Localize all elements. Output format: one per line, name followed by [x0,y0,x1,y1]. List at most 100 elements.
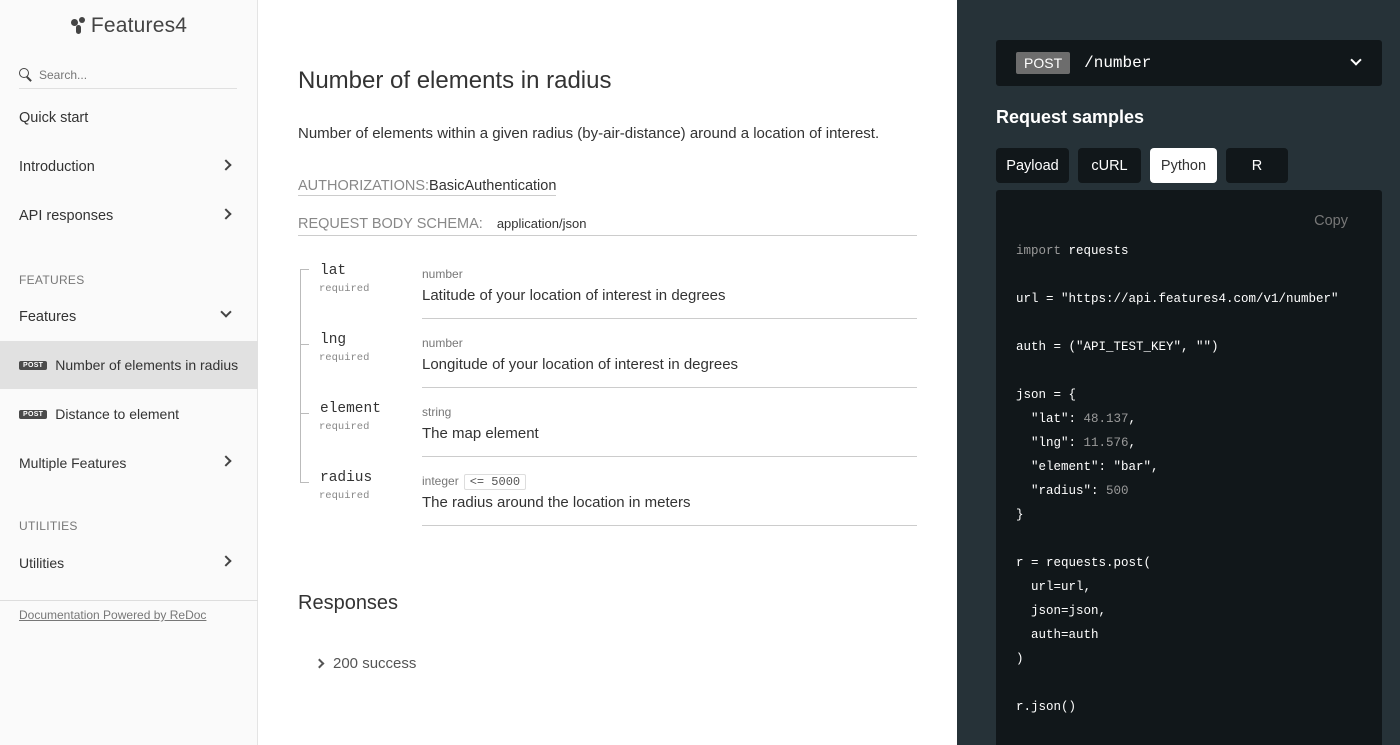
tree-line [300,330,301,399]
sidebar-item-features[interactable]: Features [0,297,258,337]
code-line: url=url, [1016,580,1092,594]
sidebar-item-utilities[interactable]: Utilities [0,543,258,583]
sidebar-item-distance-to-element[interactable]: POST Distance to element [0,394,258,434]
post-badge: POST [19,360,48,370]
schema-mime: application/json [496,216,587,231]
post-badge: POST [19,409,48,419]
search-icon [19,68,33,82]
chevron-down-icon [220,306,232,318]
sidebar-item-label: Multiple Features [19,455,127,471]
param-name[interactable]: element [320,401,381,417]
sidebar-item-introduction[interactable]: Introduction [0,147,258,187]
param-name[interactable]: lat [320,263,346,279]
chevron-right-icon [220,555,232,567]
request-samples-title: Request samples [996,107,1145,127]
code-line: ) [1016,652,1024,666]
param-type: string [422,405,452,419]
code-line: auth = ("API_TEST_KEY", "") [1016,340,1219,354]
code-number: 11.576 [1083,436,1129,450]
search-input[interactable] [39,68,229,82]
sidebar: Features4 Quick start Introduction API r… [0,0,258,745]
tab-payload[interactable]: Payload [996,148,1069,183]
code-token: "lat": [1016,412,1084,426]
code-token: , [1128,412,1137,426]
param-required: required [319,283,370,295]
sidebar-item-label: Features [19,309,77,325]
param-row: lat required number Latitude of your loc… [298,261,917,330]
sidebar-item-label: Introduction [19,159,95,175]
tree-line [300,468,301,483]
code-token: "lng": [1016,436,1084,450]
redoc-link[interactable]: Documentation Powered by ReDoc [0,600,258,622]
sidebar-item-number-of-elements[interactable]: POST Number of elements in radius [0,341,258,389]
param-required: required [319,421,370,433]
divider [422,387,917,388]
param-row: lng required number Longitude of your lo… [298,330,917,399]
request-body-schema: REQUEST BODY SCHEMA: application/json [298,216,917,236]
code-line: "lng": 11.576, [1016,436,1136,450]
endpoint-path: /number [1084,54,1152,72]
http-method-badge: POST [1016,52,1071,74]
sidebar-item-api-responses[interactable]: API responses [0,196,258,236]
tree-line [300,269,301,330]
main-content: Number of elements in radius Number of e… [258,0,957,745]
code-line: "lat": 48.137, [1016,412,1136,426]
code-sample: Copy import requests url = "https://api.… [996,190,1382,745]
responses-title: Responses [298,592,399,614]
code-token: , [1128,436,1137,450]
search-bar[interactable] [19,62,237,89]
code-line: } [1016,508,1024,522]
param-description: The radius around the location in meters [422,494,691,511]
code-line: r = requests.post( [1016,556,1152,570]
param-description: Latitude of your location of interest in… [422,287,726,304]
code-number: 48.137 [1083,412,1129,426]
param-description: Longitude of your location of interest i… [422,356,739,373]
code-block[interactable]: import requests url = "https://api.featu… [1016,239,1339,719]
code-token: "radius": [1016,484,1107,498]
chevron-right-icon [314,658,325,669]
code-line: r.json() [1016,700,1077,714]
section-label-utilities: UTILITIES [19,519,78,533]
logo-text: Features4 [90,14,188,37]
param-constraint: <= 5000 [463,474,527,490]
param-name[interactable]: lng [320,332,346,348]
copy-button[interactable]: Copy [1314,213,1348,229]
section-label-features: FEATURES [19,273,85,287]
authorizations: AUTHORIZATIONS:BasicAuthentication [298,178,557,196]
param-type: number [422,267,463,281]
logo-icon [70,17,88,35]
response-200-button[interactable]: 200 success [314,655,416,672]
param-required: required [319,352,370,364]
param-required: required [319,490,370,502]
code-line: json = { [1016,388,1077,402]
sidebar-item-label: API responses [19,208,114,224]
param-row: element required string The map element [298,399,917,468]
endpoint-dropdown[interactable]: POST /number [996,40,1382,86]
sidebar-item-multiple-features[interactable]: Multiple Features [0,443,258,483]
code-line: "element": "bar", [1016,460,1159,474]
sidebar-item-label: Quick start [19,110,89,126]
param-row: radius required integer <= 5000 The radiu… [298,468,917,537]
auth-value[interactable]: BasicAuthentication [429,178,556,194]
code-line: json=json, [1016,604,1107,618]
operation-description: Number of elements within a given radius… [298,125,880,142]
logo[interactable]: Features4 [0,0,257,50]
param-name[interactable]: radius [320,470,372,486]
tab-python[interactable]: Python [1150,148,1217,183]
param-type: integer [422,474,459,488]
tab-r[interactable]: R [1226,148,1288,183]
code-line: "radius": 500 [1016,484,1129,498]
sidebar-item-quick-start[interactable]: Quick start [0,98,258,138]
code-line: url = "https://api.features4.com/v1/numb… [1016,292,1339,306]
param-type: number [422,336,463,350]
sidebar-item-label: Distance to element [55,406,179,422]
code-line: import requests [1016,244,1129,258]
chevron-right-icon [220,159,232,171]
schema-label: REQUEST BODY SCHEMA: [298,216,483,232]
sidebar-item-label: Number of elements in radius [55,357,239,373]
request-samples-panel: POST /number Request samples Payload cUR… [957,0,1400,745]
chevron-right-icon [220,208,232,220]
chevron-right-icon [220,455,232,467]
sidebar-item-label: Utilities [19,555,65,571]
tab-curl[interactable]: cURL [1078,148,1141,183]
